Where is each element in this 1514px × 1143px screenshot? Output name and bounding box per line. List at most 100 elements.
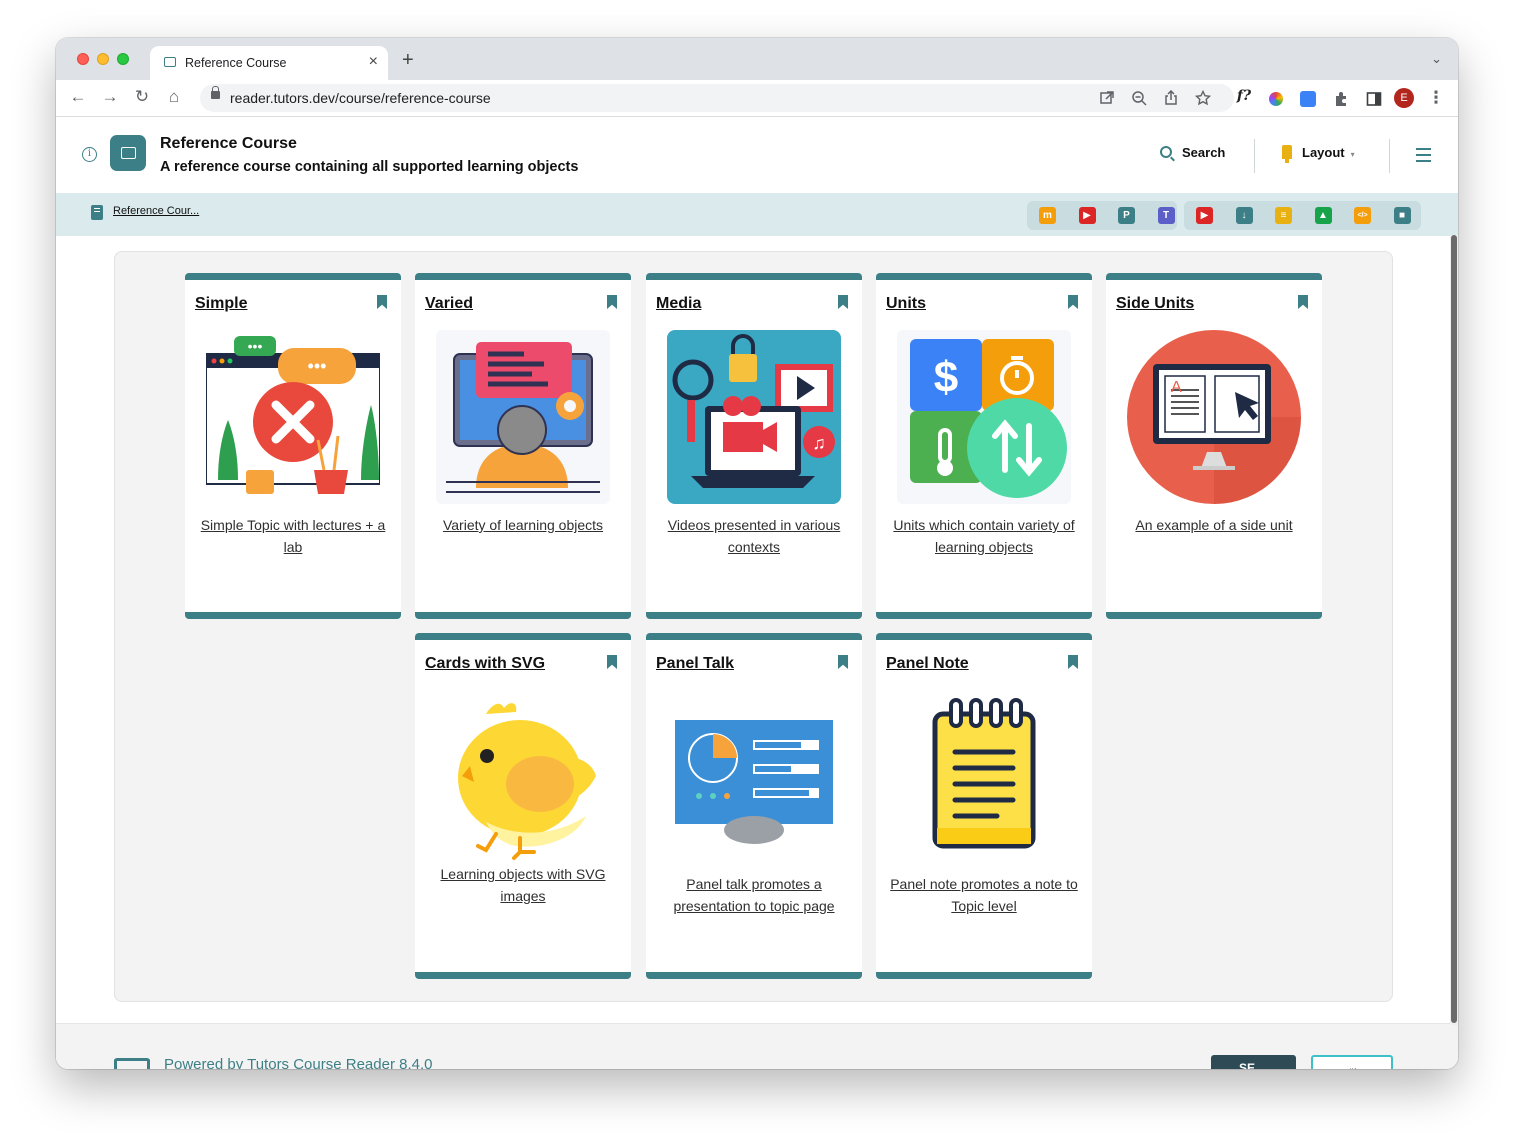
close-window-button[interactable] bbox=[77, 53, 89, 65]
bookmark-icon[interactable] bbox=[1298, 295, 1308, 309]
youtube-icon[interactable]: ▶ bbox=[1078, 207, 1096, 224]
dashboard-screen-illustration-icon bbox=[675, 720, 833, 844]
notes-icon[interactable]: ≡ bbox=[1275, 207, 1292, 224]
lab-icon[interactable]: ▲ bbox=[1314, 207, 1332, 224]
video-icon[interactable]: ▶ bbox=[1196, 207, 1213, 224]
card-description-link[interactable]: Simple Topic with lectures + a lab bbox=[197, 514, 389, 558]
browser-toolbar: ← → ↻ ⌂ reader.tutors.dev/course/referen… bbox=[56, 80, 1458, 117]
extensions-puzzle-icon[interactable] bbox=[1332, 90, 1352, 108]
card-description-link[interactable]: Videos presented in various contexts bbox=[658, 514, 850, 558]
home-button[interactable]: ⌂ bbox=[163, 87, 185, 107]
divider bbox=[1389, 139, 1390, 173]
lock-icon[interactable] bbox=[211, 86, 220, 99]
forward-button[interactable]: → bbox=[99, 87, 121, 107]
card-title[interactable]: Units bbox=[886, 295, 926, 313]
new-tab-button[interactable]: + bbox=[402, 49, 414, 72]
hamburger-menu-icon[interactable] bbox=[1416, 148, 1431, 166]
breadcrumb-bar: Reference Cour... m ▶ P T ▶ ↓ ≡ ▲ </> ■ bbox=[56, 193, 1458, 236]
card-title[interactable]: Cards with SVG bbox=[425, 655, 545, 673]
media-laptop-illustration-icon: ♫ bbox=[667, 330, 841, 504]
topic-card[interactable]: Side Units A An example of a side unit bbox=[1106, 273, 1322, 619]
course-header: i Reference Course A reference course co… bbox=[56, 117, 1458, 193]
zoom-out-icon[interactable] bbox=[1130, 90, 1148, 106]
code-icon[interactable]: </> bbox=[1354, 207, 1371, 224]
card-description-link[interactable]: Variety of learning objects bbox=[427, 514, 619, 536]
card-title[interactable]: Panel Note bbox=[886, 655, 969, 673]
reload-button[interactable]: ↻ bbox=[131, 87, 153, 107]
minimize-window-button[interactable] bbox=[97, 53, 109, 65]
close-tab-icon[interactable]: × bbox=[369, 53, 378, 71]
notepad-illustration-icon bbox=[932, 698, 1036, 849]
extension-formula-icon[interactable]: f? bbox=[1234, 88, 1254, 104]
archive-icon[interactable]: ■ bbox=[1393, 207, 1411, 224]
tab-strip: Reference Course × + ⌄ bbox=[56, 38, 1458, 80]
topic-card[interactable]: Media ♫ Videos presented in various cont… bbox=[646, 273, 862, 619]
card-description-link[interactable]: Learning objects with SVG images bbox=[427, 863, 619, 907]
maximize-window-button[interactable] bbox=[117, 53, 129, 65]
share-icon[interactable] bbox=[1162, 90, 1180, 106]
breadcrumb-course-link[interactable]: Reference Cour... bbox=[113, 205, 199, 217]
bookmark-icon[interactable] bbox=[1068, 295, 1078, 309]
netlify-badge[interactable]: netlify bbox=[1311, 1055, 1393, 1069]
course-book-icon bbox=[91, 205, 103, 220]
url-text[interactable]: reader.tutors.dev/course/reference-cours… bbox=[230, 90, 491, 106]
profile-avatar[interactable]: E bbox=[1394, 88, 1414, 108]
svg-text:♫: ♫ bbox=[812, 433, 826, 453]
card-title[interactable]: Simple bbox=[195, 295, 247, 313]
slack-icon[interactable]: P bbox=[1118, 207, 1135, 224]
learning-object-icons-bar: ▶ ↓ ≡ ▲ </> ■ bbox=[1184, 201, 1421, 230]
topic-card[interactable]: Panel Note Panel note promotes a note to… bbox=[876, 633, 1092, 979]
card-title[interactable]: Media bbox=[656, 295, 701, 313]
course-logo-icon[interactable] bbox=[110, 135, 146, 171]
address-bar[interactable]: reader.tutors.dev/course/reference-cours… bbox=[200, 84, 1234, 112]
topic-card[interactable]: Simple ••• ••• Simple Topic with lecture… bbox=[185, 273, 401, 619]
chrome-menu-icon[interactable]: ⋮ bbox=[1426, 88, 1446, 108]
bookmark-icon[interactable] bbox=[838, 655, 848, 669]
card-title[interactable]: Side Units bbox=[1116, 295, 1194, 313]
card-description-link[interactable]: Panel talk promotes a presentation to to… bbox=[658, 873, 850, 917]
page-scrollbar[interactable] bbox=[1450, 235, 1458, 1025]
info-icon[interactable]: i bbox=[82, 147, 97, 162]
topic-card[interactable]: Units $ Units which contain variety of l… bbox=[876, 273, 1092, 619]
bookmark-icon[interactable] bbox=[607, 655, 617, 669]
scrollbar-thumb[interactable] bbox=[1451, 235, 1457, 1023]
monitor-book-illustration-icon: A bbox=[1127, 330, 1301, 504]
tutors-logo-icon bbox=[114, 1058, 150, 1069]
tab-search-chevron-icon[interactable]: ⌄ bbox=[1431, 51, 1442, 67]
card-title[interactable]: Panel Talk bbox=[656, 655, 734, 673]
error-window-illustration-icon: ••• ••• bbox=[206, 336, 380, 494]
search-icon bbox=[1160, 146, 1172, 158]
back-button[interactable]: ← bbox=[67, 87, 89, 107]
topic-card[interactable]: Panel Talk Panel talk promotes a present… bbox=[646, 633, 862, 979]
teams-icon[interactable]: T bbox=[1157, 207, 1175, 224]
card-description-link[interactable]: Units which contain variety of learning … bbox=[888, 514, 1080, 558]
color-picker-extension-icon[interactable] bbox=[1269, 92, 1283, 106]
browser-tab[interactable]: Reference Course × bbox=[150, 46, 388, 80]
download-icon[interactable]: ↓ bbox=[1235, 207, 1253, 224]
search-button[interactable]: Search bbox=[1160, 145, 1225, 160]
moodle-icon[interactable]: m bbox=[1039, 207, 1056, 224]
topic-card[interactable]: Varied Variety of learning objects bbox=[415, 273, 631, 619]
open-external-icon[interactable] bbox=[1098, 90, 1116, 106]
bookmark-icon[interactable] bbox=[838, 295, 848, 309]
layout-button[interactable]: Layout ▾ bbox=[1282, 145, 1355, 163]
side-panel-icon[interactable] bbox=[1364, 91, 1384, 107]
card-title[interactable]: Varied bbox=[425, 295, 473, 313]
svg-text:A: A bbox=[1171, 379, 1182, 396]
chevron-down-icon: ▾ bbox=[1350, 150, 1355, 159]
bookmark-star-icon[interactable] bbox=[1194, 90, 1212, 106]
svg-text:$: $ bbox=[934, 353, 958, 402]
se-badge[interactable]: SE bbox=[1211, 1055, 1296, 1069]
topics-panel: Simple ••• ••• Simple Topic with lecture… bbox=[114, 251, 1393, 1002]
layout-label: Layout bbox=[1302, 145, 1345, 160]
card-description-link[interactable]: Panel note promotes a note to Topic leve… bbox=[888, 873, 1080, 917]
shield-extension-icon[interactable] bbox=[1300, 91, 1316, 107]
divider bbox=[1254, 139, 1255, 173]
companion-icons-bar: m ▶ P T bbox=[1027, 201, 1177, 230]
bookmark-icon[interactable] bbox=[1068, 655, 1078, 669]
bookmark-icon[interactable] bbox=[377, 295, 387, 309]
topic-card[interactable]: Cards with SVG Learning objects with SVG… bbox=[415, 633, 631, 979]
footer-powered-by[interactable]: Powered by Tutors Course Reader 8.4.0 bbox=[164, 1056, 432, 1069]
card-description-link[interactable]: An example of a side unit bbox=[1118, 514, 1310, 536]
bookmark-icon[interactable] bbox=[607, 295, 617, 309]
